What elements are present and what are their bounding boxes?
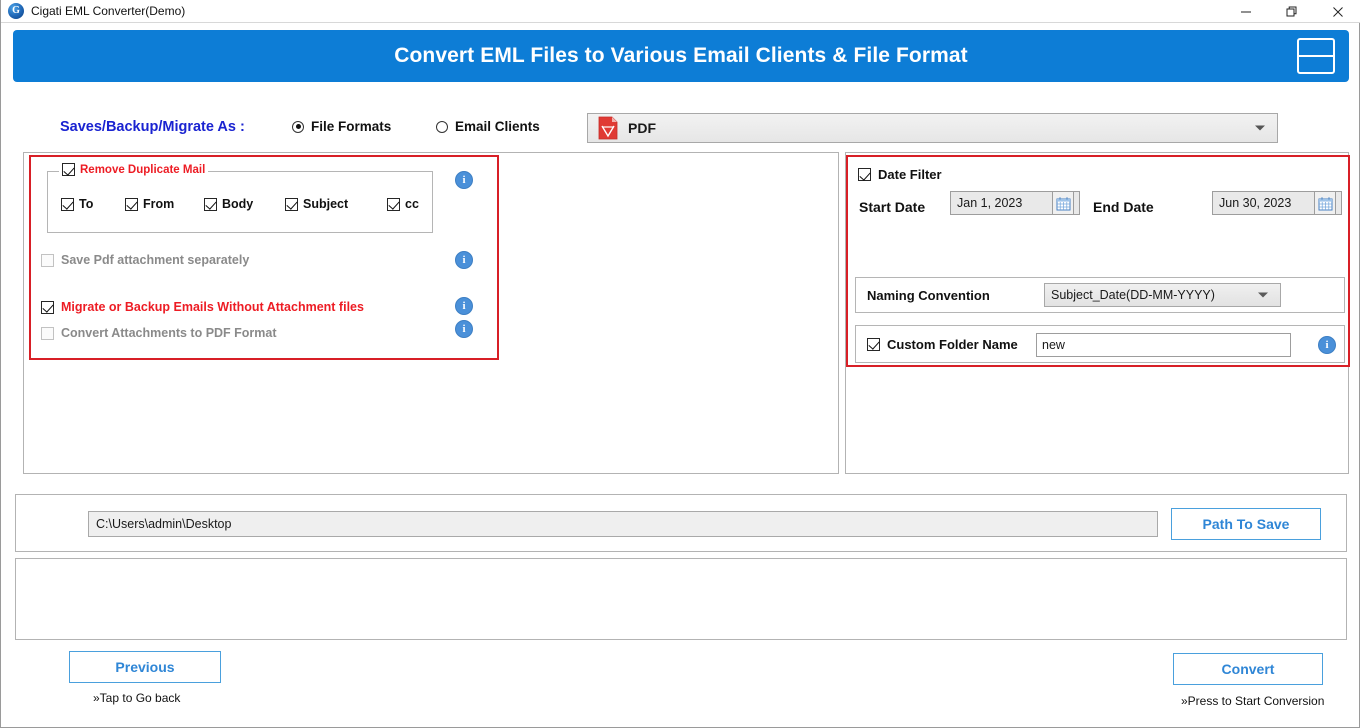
remove-duplicate-mail-label: Remove Duplicate Mail [80,163,206,176]
cigati-logo-icon [8,3,24,19]
previous-button[interactable]: Previous [69,651,221,683]
save-path-input[interactable]: C:\Users\admin\Desktop [88,511,1158,537]
checkbox-to-label: To [79,197,94,211]
checkbox-field-cc[interactable]: cc [387,197,419,211]
checkbox-cc-indicator [387,197,400,211]
pdf-file-icon [598,116,618,140]
checkbox-convert-attachments-indicator [41,326,54,340]
chevron-down-icon [1258,292,1268,298]
checkbox-save-pdf-attachment-separately[interactable]: Save Pdf attachment separately [41,253,249,267]
saves-backup-migrate-label: Saves/Backup/Migrate As : [60,119,245,135]
end-date-calendar-icon[interactable] [1314,191,1336,215]
minimize-icon[interactable] [1223,0,1269,23]
date-filter-label: Date Filter [878,167,942,182]
checkbox-subject-indicator [285,197,298,211]
checkbox-date-filter-indicator [858,168,871,181]
checkbox-field-body[interactable]: Body [204,197,279,211]
naming-convention-label: Naming Convention [867,287,990,303]
start-date-label: Start Date [859,199,926,215]
right-highlight-box: Date Filter Start Date Jan 1, 2023 End D… [846,155,1350,367]
checkbox-from-label: From [143,197,175,211]
chevron-down-icon [1255,125,1265,131]
convert-button[interactable]: Convert [1173,653,1323,685]
info-icon-save-pdf-attachment[interactable] [455,251,473,269]
custom-folder-row: Custom Folder Name new [855,325,1345,363]
window-title: Cigati EML Converter(Demo) [31,4,186,18]
close-icon[interactable] [1315,0,1360,23]
title-bar: Cigati EML Converter(Demo) [1,0,1360,23]
radio-email-clients-label: Email Clients [455,119,540,134]
checkbox-field-to[interactable]: To [61,197,119,211]
info-icon-migrate-without-attachment[interactable] [455,297,473,315]
radio-file-formats[interactable]: File Formats [292,119,391,134]
previous-hint-text: »Tap to Go back [93,691,181,705]
radio-email-clients[interactable]: Email Clients [436,119,540,134]
checkbox-body-label: Body [222,197,254,211]
restore-icon[interactable] [1269,0,1315,23]
checkbox-migrate-without-attachment[interactable]: Migrate or Backup Emails Without Attachm… [41,300,364,314]
checkbox-body-indicator [204,197,217,211]
convert-hint-text: »Press to Start Conversion [1181,694,1325,708]
save-pdf-attachment-label: Save Pdf attachment separately [61,253,250,267]
radio-email-clients-indicator [436,120,448,133]
path-to-save-button[interactable]: Path To Save [1171,508,1321,540]
log-output-panel [15,558,1347,640]
path-to-save-row: C:\Users\admin\Desktop Path To Save [15,494,1347,552]
checkbox-custom-folder-indicator [867,337,880,351]
application-window: Cigati EML Converter(Demo) Convert EML F… [0,0,1360,728]
remove-duplicate-legend[interactable]: Remove Duplicate Mail [59,163,209,176]
info-icon-convert-attachments[interactable] [455,320,473,338]
start-date-calendar-icon[interactable] [1052,191,1074,215]
checkbox-remove-duplicate-mail[interactable] [62,163,75,176]
info-icon-remove-duplicate[interactable] [455,171,473,189]
hamburger-menu-icon[interactable] [1297,38,1335,74]
window-controls [1223,0,1360,23]
radio-file-formats-indicator [292,120,304,133]
output-format-select[interactable]: PDF [587,113,1278,143]
radio-file-formats-label: File Formats [311,119,392,134]
migrate-without-attachment-label: Migrate or Backup Emails Without Attachm… [61,300,364,314]
checkbox-save-pdf-indicator [41,253,54,267]
checkbox-from-indicator [125,197,138,211]
checkbox-migrate-indicator [41,300,54,314]
output-format-value: PDF [628,120,656,136]
checkbox-custom-folder-name[interactable]: Custom Folder Name [867,337,1018,352]
header-banner: Convert EML Files to Various Email Clien… [13,30,1349,82]
end-date-label: End Date [1093,199,1154,215]
checkbox-field-subject[interactable]: Subject [285,197,381,211]
left-options-panel: Remove Duplicate Mail To From Body Subje… [23,152,839,474]
checkbox-to-indicator [61,197,74,211]
checkbox-subject-label: Subject [303,197,349,211]
custom-folder-name-input[interactable]: new [1036,333,1291,357]
right-options-panel: Date Filter Start Date Jan 1, 2023 End D… [845,152,1350,474]
left-highlight-box: Remove Duplicate Mail To From Body Subje… [29,155,499,360]
convert-attachments-label: Convert Attachments to PDF Format [61,326,277,340]
remove-duplicate-group: Remove Duplicate Mail To From Body Subje… [47,163,433,233]
custom-folder-name-label: Custom Folder Name [887,336,1018,352]
naming-convention-value: Subject_Date(DD-MM-YYYY) [1051,288,1215,302]
checkbox-cc-label: cc [405,197,419,211]
info-icon-custom-folder[interactable] [1318,336,1336,354]
checkbox-convert-attachments-to-pdf[interactable]: Convert Attachments to PDF Format [41,326,277,340]
page-title: Convert EML Files to Various Email Clien… [394,44,968,67]
duplicate-field-list: To From Body Subject cc [61,197,425,211]
naming-convention-row: Naming Convention Subject_Date(DD-MM-YYY… [855,277,1345,313]
checkbox-field-from[interactable]: From [125,197,198,211]
checkbox-date-filter[interactable]: Date Filter [858,167,942,182]
naming-convention-select[interactable]: Subject_Date(DD-MM-YYYY) [1044,283,1281,307]
